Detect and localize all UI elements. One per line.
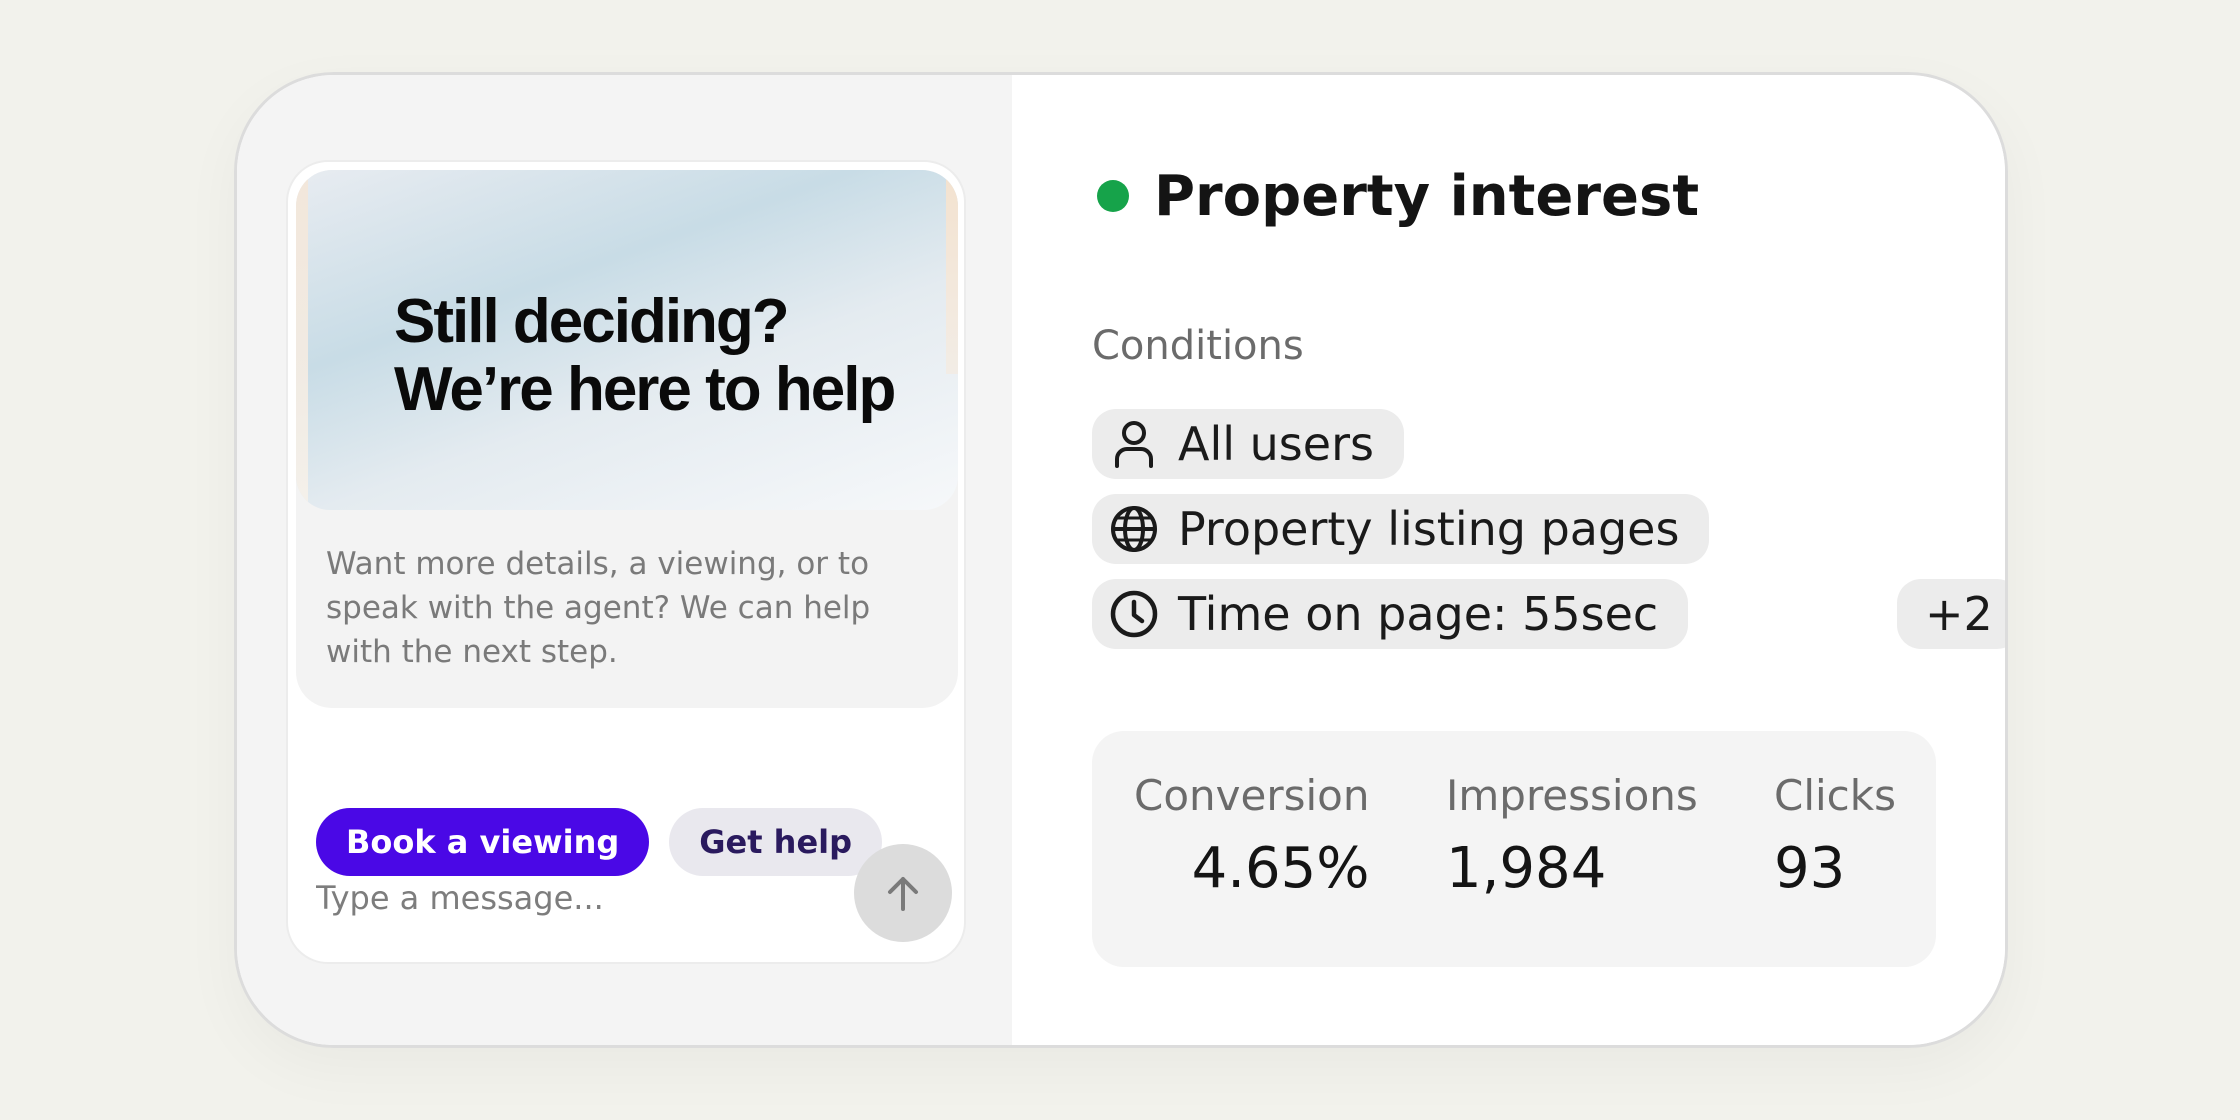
condition-chip-time[interactable]: Time on page: 55sec [1092, 579, 1689, 649]
stat-label: Clicks [1774, 771, 1896, 820]
stat-value: 1,984 [1446, 836, 1607, 901]
status-dot [1097, 180, 1129, 212]
campaign-card: Still deciding? We’re here to help Want … [234, 72, 2008, 1048]
globe-icon [1106, 501, 1162, 557]
condition-label: All users [1178, 417, 1374, 471]
get-help-button[interactable]: Get help [669, 808, 883, 876]
condition-chip-pages[interactable]: Property listing pages [1092, 494, 1710, 564]
condition-label: Time on page: 55sec [1178, 587, 1659, 641]
stat-label: Impressions [1446, 771, 1698, 820]
user-icon [1106, 416, 1162, 472]
stat-value: 93 [1774, 836, 1846, 901]
send-button[interactable] [854, 844, 952, 942]
condition-chip-users[interactable]: All users [1092, 409, 1404, 479]
promo-hero: Still deciding? We’re here to help [296, 170, 958, 510]
quick-actions: Book a viewing Get help [316, 808, 883, 876]
rule-details-pane: Property interest Conditions All users P… [1012, 75, 2005, 1045]
rule-title: Property interest [1154, 164, 1700, 229]
promo-title: Still deciding? We’re here to help [394, 288, 934, 424]
stats-panel: Conversion 4.65% Impressions 1,984 Click… [1092, 731, 1936, 967]
promo-text: Want more details, a viewing, or to spea… [326, 546, 871, 670]
message-input[interactable] [316, 870, 836, 926]
stat-conversion: Conversion 4.65% [1134, 771, 1369, 901]
chat-widget: Still deciding? We’re here to help Want … [286, 160, 966, 964]
condition-label: Property listing pages [1178, 502, 1680, 556]
book-viewing-button[interactable]: Book a viewing [316, 808, 650, 876]
promo-title-line2: We’re here to help [394, 355, 896, 424]
stat-impressions: Impressions 1,984 [1446, 771, 1698, 901]
more-conditions-chip[interactable]: +2 [1897, 579, 2005, 649]
conditions-label: Conditions [1092, 323, 1304, 369]
clock-icon [1106, 586, 1162, 642]
stat-clicks: Clicks 93 [1774, 771, 1896, 901]
arrow-up-icon [888, 877, 918, 911]
stat-label: Conversion [1134, 771, 1370, 820]
stat-value: 4.65% [1191, 836, 1370, 901]
promo-card: Still deciding? We’re here to help Want … [296, 170, 958, 708]
widget-preview-pane: Still deciding? We’re here to help Want … [237, 75, 1012, 1045]
promo-title-line1: Still deciding? [394, 287, 790, 356]
